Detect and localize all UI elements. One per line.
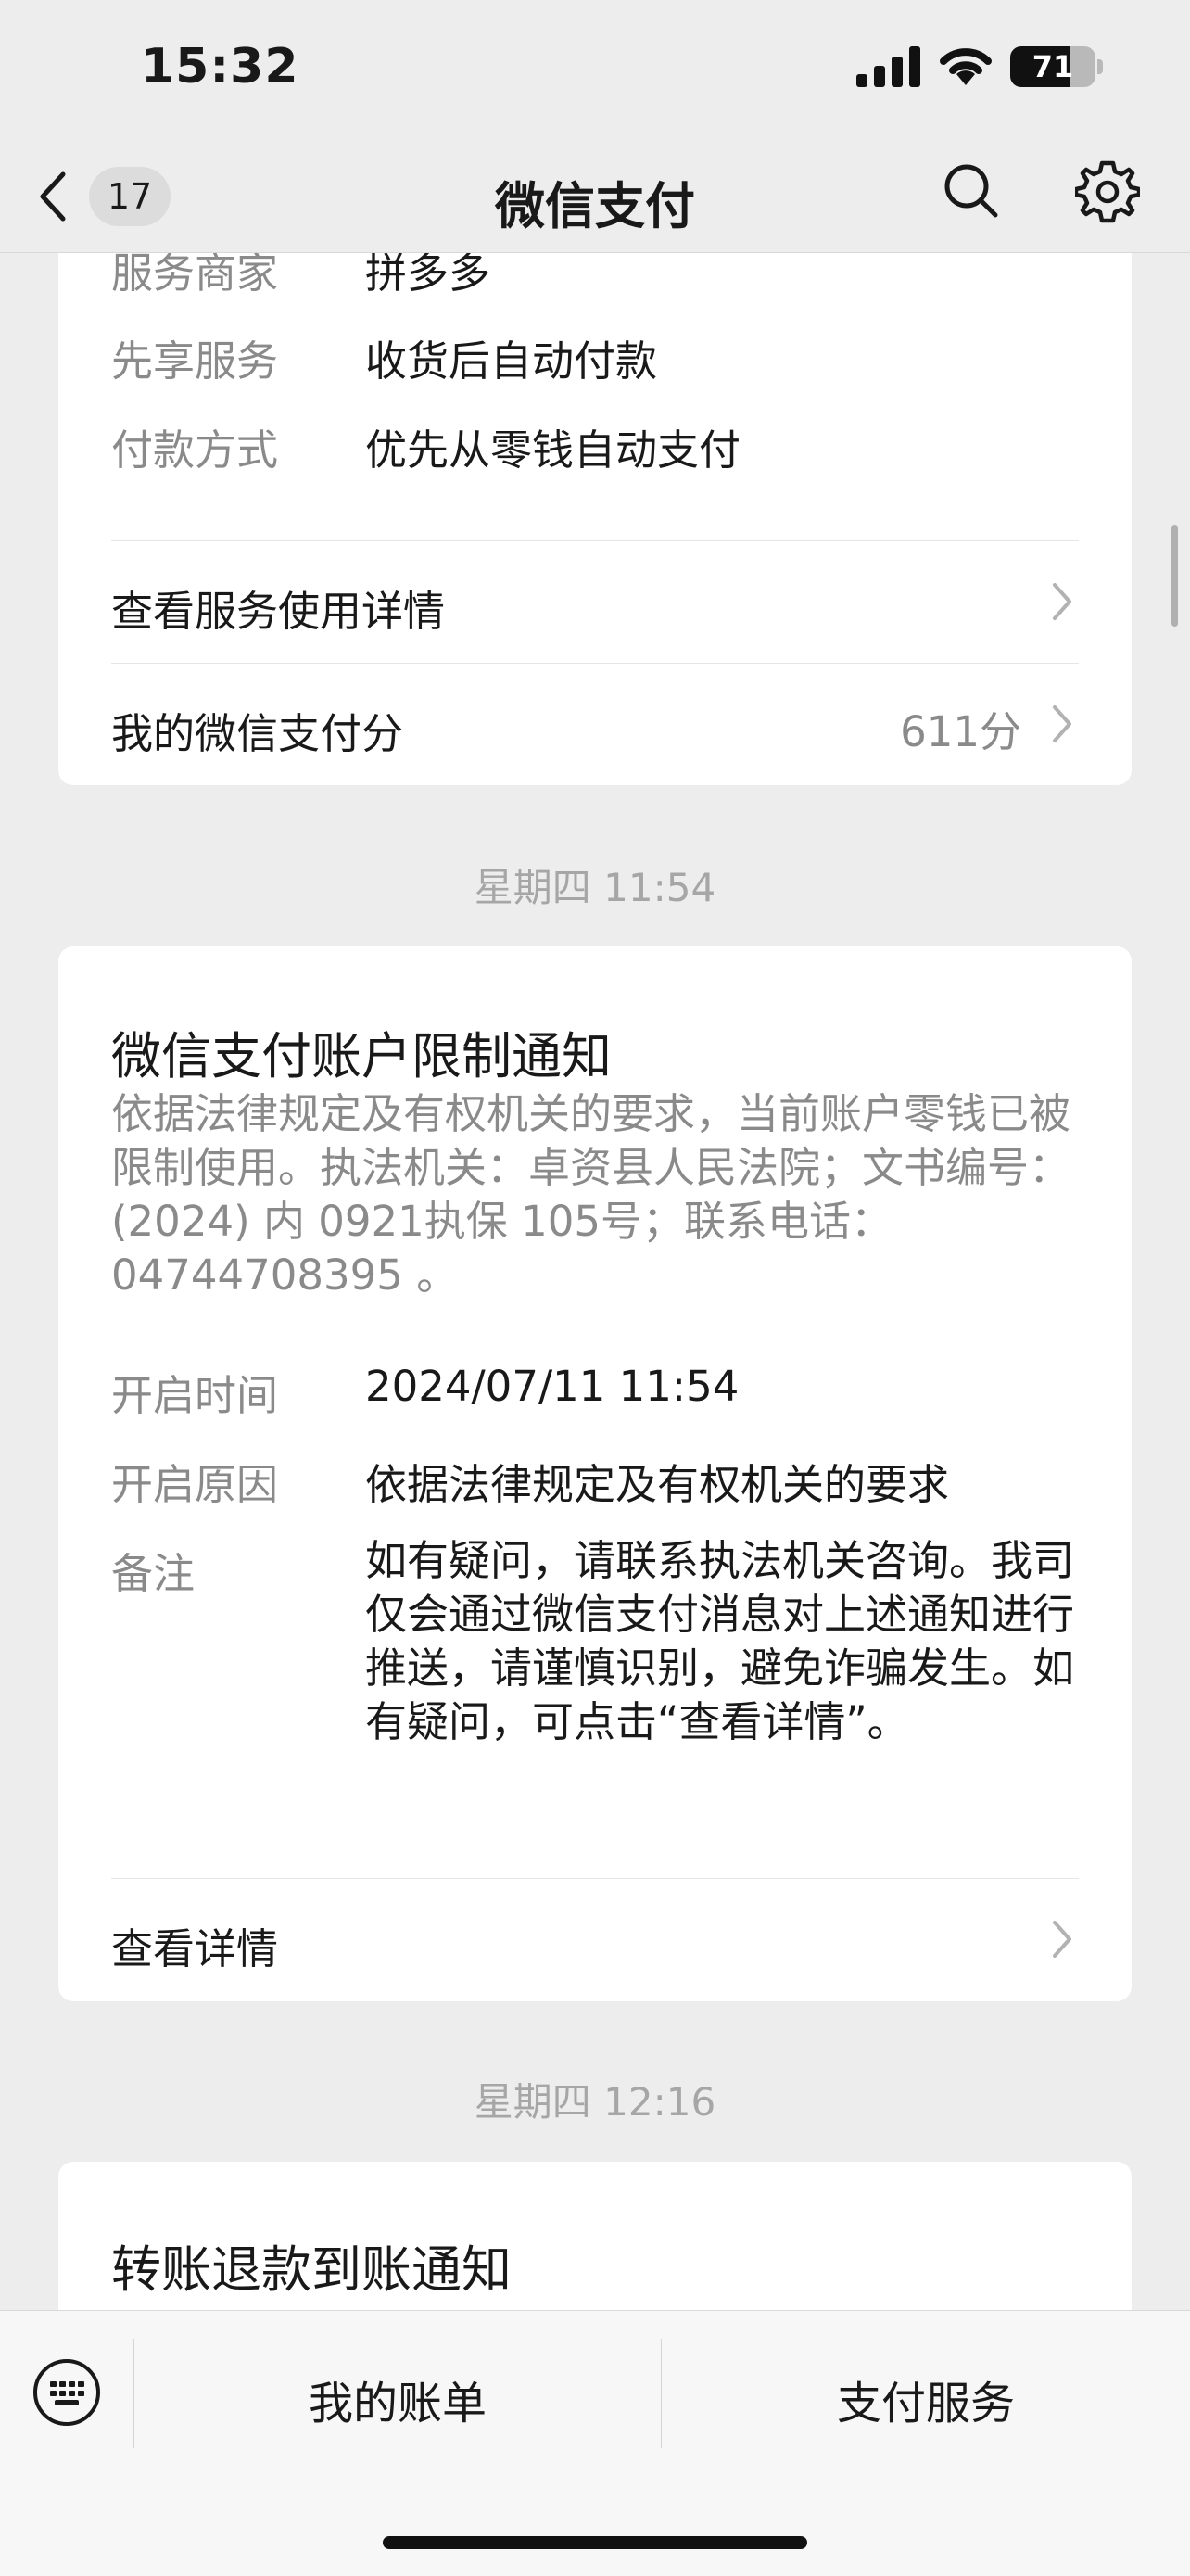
cellular-signal-icon (856, 46, 920, 87)
row-value: 优先从零钱自动支付 (365, 425, 741, 475)
row-label: 备注 (111, 1549, 196, 1598)
status-time: 15:32 (141, 39, 299, 95)
scroll-indicator[interactable] (1171, 525, 1178, 627)
row-label: 付款方式 (111, 425, 279, 475)
notice-description: 依据法律规定及有权机关的要求，当前账户零钱已被限制使用。执法机关：卓资县人民法院… (111, 1089, 1071, 1300)
search-icon[interactable] (942, 161, 1001, 221)
row-label: 开启原因 (111, 1460, 279, 1509)
chevron-right-icon (1053, 583, 1071, 620)
message-timestamp: 星期四 12:16 (474, 2079, 716, 2125)
keyboard-icon[interactable] (32, 2357, 102, 2428)
status-bar: 15:32 71 (0, 0, 1190, 139)
row-value: 收货后自动付款 (365, 336, 658, 386)
row-value: 如有疑问，请联系执法机关咨询。我司仅会通过微信支付消息对上述通知进行推送，请谨慎… (365, 1536, 1075, 1746)
row-label: 开启时间 (111, 1371, 279, 1420)
battery-percent: 71 (1032, 49, 1074, 84)
score-value: 611分 (900, 707, 1021, 756)
restriction-notice-card: 微信支付账户限制通知 依据法律规定及有权机关的要求，当前账户零钱已被限制使用。执… (58, 946, 1132, 2001)
message-timestamp: 星期四 11:54 (474, 865, 716, 910)
service-card: 服务商家 拼多多 先享服务 收货后自动付款 付款方式 优先从零钱自动支付 查看服… (58, 253, 1132, 785)
page-title: 微信支付 (495, 177, 695, 235)
payment-score-link[interactable]: 我的微信支付分 611分 (111, 663, 1079, 783)
chevron-right-icon (1053, 705, 1071, 742)
tab-my-bill[interactable]: 我的账单 (134, 2367, 661, 2431)
home-indicator[interactable] (383, 2536, 807, 2549)
nav-bar: 17 微信支付 (0, 139, 1190, 253)
notice-title: 微信支付账户限制通知 (111, 1027, 612, 1085)
row-label: 服务商家 (111, 253, 279, 298)
view-service-details-link[interactable]: 查看服务使用详情 (111, 540, 1079, 661)
battery-tip (1097, 59, 1103, 74)
row-label: 先享服务 (111, 336, 279, 386)
gear-icon[interactable] (1075, 159, 1140, 224)
battery-icon: 71 (1010, 46, 1095, 87)
row-value: 2024/07/11 11:54 (365, 1362, 740, 1411)
view-details-link[interactable]: 查看详情 (111, 1878, 1079, 1999)
tab-payment-services[interactable]: 支付服务 (662, 2367, 1190, 2431)
chevron-right-icon (1053, 1921, 1071, 1958)
link-label: 查看服务使用详情 (111, 587, 446, 636)
notice-title: 转账退款到账通知 (111, 2240, 512, 2299)
row-value: 拼多多 (365, 253, 491, 298)
link-label: 查看详情 (111, 1924, 279, 1973)
link-label: 我的微信支付分 (111, 709, 404, 758)
wifi-icon (940, 48, 992, 85)
row-value: 依据法律规定及有权机关的要求 (365, 1460, 950, 1509)
